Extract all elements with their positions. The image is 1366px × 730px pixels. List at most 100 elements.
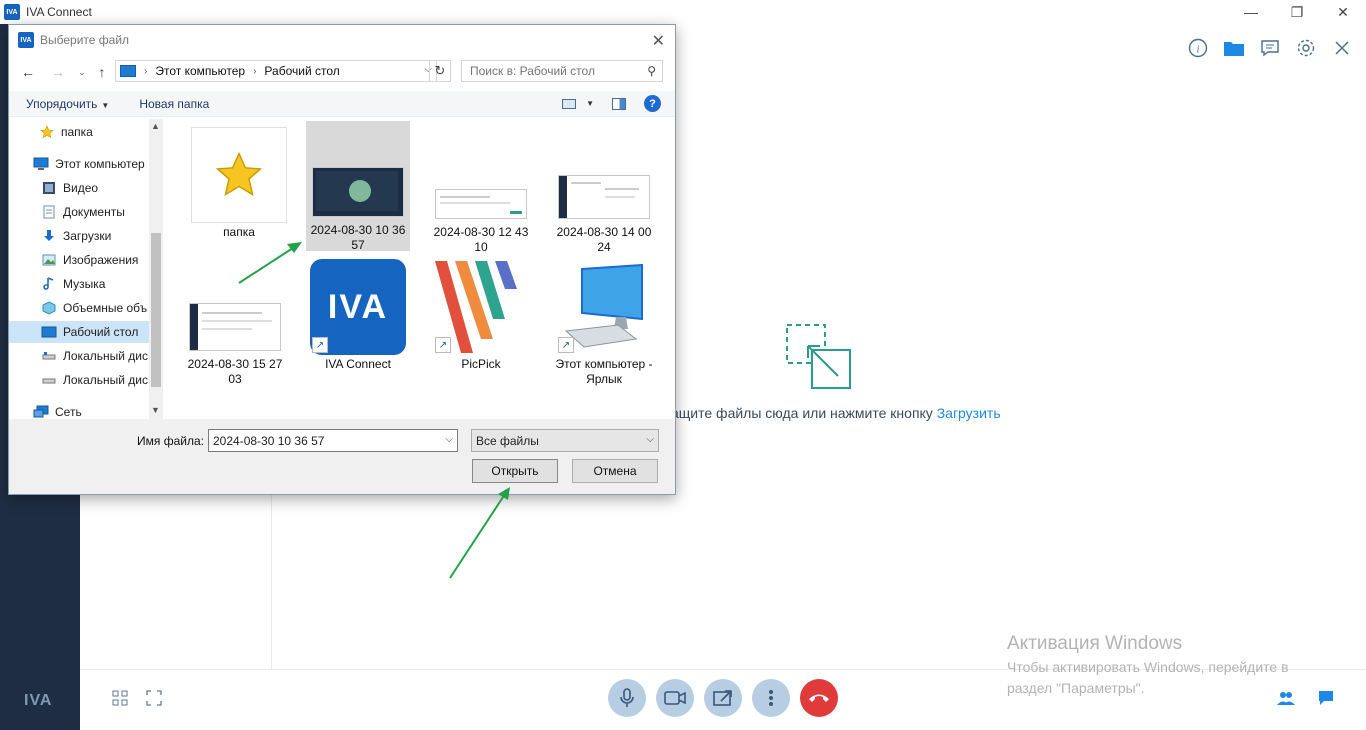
navigation-pane: папка Этот компьютер Видео Документы Заг… [9,119,163,419]
refresh-icon[interactable]: ↻ [429,60,451,82]
nav-item-3d-objects[interactable]: Объемные объ [9,297,149,319]
microphone-button[interactable] [608,679,646,717]
nav-item-label: Рабочий стол [63,325,139,339]
nav-item-this-pc[interactable]: Этот компьютер [9,153,149,175]
files-pane: папка 2024-08-30 10 36 57 2024-08-30 12 … [165,119,675,419]
new-folder-button[interactable]: Новая папка [139,97,209,111]
chat-icon[interactable] [1316,688,1336,708]
maximize-button[interactable]: ❐ [1274,0,1320,24]
breadcrumb-desktop[interactable]: Рабочий стол [264,64,339,78]
up-arrow-icon[interactable]: ↑ [91,62,113,82]
address-bar[interactable]: › Этот компьютер › Рабочий стол ⌵ [115,60,437,82]
scroll-down-icon[interactable]: ▼ [151,405,160,415]
iva-app-icon: IVA ↗ [310,259,406,355]
share-screen-button[interactable] [704,679,742,717]
close-button[interactable]: ✕ [1320,0,1366,24]
screenshot-thumbnail-icon [187,259,283,355]
file-item-picpick[interactable]: ↗ PicPick [429,255,533,376]
more-options-button[interactable] [752,679,790,717]
app-title: IVA Connect [26,5,92,19]
dialog-titlebar: IVA Выберите файл ✕ [9,25,675,55]
organize-label: Упорядочить [26,96,98,111]
chevron-down-icon[interactable]: ⌵ [646,434,654,445]
file-item-this-pc-shortcut[interactable]: ↗ Этот компьютер - Ярлык [552,255,656,391]
search-icon: ⚲ [647,64,656,78]
nav-item-desktop[interactable]: Рабочий стол [9,321,149,343]
recent-dropdown-icon[interactable]: ⌄ [71,62,93,82]
file-label: 2024-08-30 14 00 24 [556,225,652,254]
screenshot-thumbnail-icon [310,125,406,221]
filetype-select[interactable]: Все файлы ⌵ [471,429,659,452]
command-bar: Упорядочить ▼ Новая папка ▼ ? [9,91,675,117]
view-options-button[interactable]: ▼ [562,98,594,109]
file-open-dialog: IVA Выберите файл ✕ ← → ⌄ ↑ › Этот компь… [8,24,676,495]
file-item-screenshot[interactable]: 2024-08-30 14 00 24 [552,123,656,259]
upload-link[interactable]: Загрузить [937,405,1001,421]
filename-input[interactable]: 2024-08-30 10 36 57 ⌵ [208,429,458,452]
back-arrow-icon[interactable]: ← [17,62,39,82]
nav-item-local-disk-1[interactable]: Локальный дис [9,345,149,367]
close-panel-icon[interactable] [1330,36,1354,60]
file-label: 2024-08-30 12 43 10 [433,225,529,254]
info-icon[interactable]: i [1186,36,1210,60]
windows-activation-watermark: Активация Windows Чтобы активировать Win… [1007,633,1317,699]
breadcrumb-computer[interactable]: Этот компьютер [155,64,245,78]
computer-icon [120,65,136,77]
disk-icon [41,349,57,363]
nav-item-label: Изображения [63,253,139,267]
file-item-folder[interactable]: папка [187,123,291,244]
scroll-up-icon[interactable]: ▲ [151,121,160,131]
filetype-value: Все файлы [476,433,539,448]
computer-shortcut-icon: ↗ [556,259,652,355]
music-icon [41,277,57,291]
cancel-button[interactable]: Отмена [572,459,658,483]
nav-item-images[interactable]: Изображения [9,249,149,271]
svg-text:i: i [1196,44,1199,56]
search-input[interactable] [470,64,640,78]
nav-item-folder[interactable]: папка [9,121,149,143]
minimize-button[interactable]: — [1228,0,1274,24]
open-button[interactable]: Открыть [472,459,558,483]
nav-item-video[interactable]: Видео [9,177,149,199]
forward-arrow-icon[interactable]: → [47,62,69,82]
file-item-iva-connect[interactable]: IVA ↗ IVA Connect [306,255,410,376]
grid-layout-icon[interactable] [110,688,130,708]
activation-subtitle: Чтобы активировать Windows, перейдите в … [1007,659,1289,696]
file-item-screenshot[interactable]: 2024-08-30 15 27 03 [183,255,287,391]
fullscreen-icon[interactable] [144,688,164,708]
chevron-down-icon[interactable]: ⌵ [445,434,453,445]
app-titlebar: IVA IVA Connect — ❐ ✕ [0,0,1366,24]
hangup-button[interactable] [800,679,838,717]
nav-item-music[interactable]: Музыка [9,273,149,295]
nav-item-label: папка [61,125,93,139]
navigation-scrollbar[interactable]: ▲ ▼ [149,119,163,419]
file-label: PicPick [461,357,501,371]
nav-item-label: Музыка [63,277,106,291]
picpick-app-icon: ↗ [433,259,529,355]
nav-item-documents[interactable]: Документы [9,201,149,223]
preview-pane-icon[interactable] [612,97,626,110]
nav-item-downloads[interactable]: Загрузки [9,225,149,247]
settings-gear-icon[interactable] [1294,36,1318,60]
camera-button[interactable] [656,679,694,717]
dialog-close-button[interactable]: ✕ [652,31,665,51]
nav-item-label: Видео [63,181,99,195]
help-icon[interactable]: ? [644,95,661,112]
3d-icon [41,301,57,315]
images-icon [41,253,57,267]
computer-icon [33,157,49,171]
nav-item-label: Локальный дис [63,349,148,363]
search-box[interactable]: ⚲ [461,60,663,82]
scroll-thumb[interactable] [151,233,161,387]
file-item-screenshot-selected[interactable]: 2024-08-30 10 36 57 [306,121,410,252]
star-icon [39,125,55,139]
folder-icon[interactable] [1222,36,1246,60]
address-row: ← → ⌄ ↑ › Этот компьютер › Рабочий стол … [9,59,675,85]
file-label: Этот компьютер - Ярлык [555,357,653,386]
organize-menu[interactable]: Упорядочить ▼ [26,97,109,111]
file-item-screenshot[interactable]: 2024-08-30 12 43 10 [429,123,533,259]
nav-item-local-disk-2[interactable]: Локальный дис [9,369,149,391]
download-icon [41,229,57,243]
chat-list-icon[interactable] [1258,36,1282,60]
screenshot-thumbnail-icon [556,127,652,223]
